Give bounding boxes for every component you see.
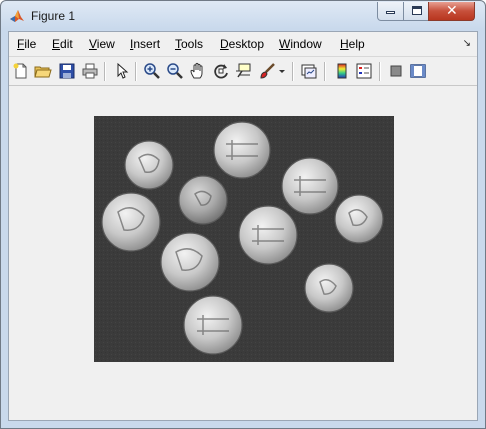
coin <box>101 192 161 252</box>
rotate-3d-icon[interactable] <box>212 62 230 80</box>
coin <box>160 232 220 292</box>
menu-edit[interactable]: Edit <box>52 37 73 51</box>
print-icon[interactable] <box>81 62 99 80</box>
minimize-button[interactable] <box>377 2 404 21</box>
coin <box>238 205 298 265</box>
brush-icon[interactable] <box>258 62 276 80</box>
menu-view[interactable]: View <box>89 37 115 51</box>
coin-image[interactable] <box>94 116 394 362</box>
show-plot-tools-icon[interactable] <box>409 62 427 80</box>
toolbar-separator <box>324 62 326 81</box>
toolbar-separator <box>104 62 106 81</box>
zoom-out-icon[interactable] <box>166 62 184 80</box>
coins-photo <box>94 116 394 362</box>
figure-client-area: File Edit View Insert Tools Desktop Wind… <box>8 31 478 421</box>
minimize-icon <box>386 11 395 14</box>
coin <box>281 157 339 215</box>
menu-help[interactable]: Help <box>340 37 365 51</box>
menu-bar: File Edit View Insert Tools Desktop Wind… <box>9 32 477 56</box>
title-bar[interactable]: Figure 1 ✕ <box>1 1 485 31</box>
coin <box>334 194 384 244</box>
toolbar-separator <box>292 62 294 81</box>
coin <box>183 295 243 355</box>
menu-desktop[interactable]: Desktop <box>220 37 264 51</box>
coin <box>178 175 228 225</box>
brush-dropdown-icon[interactable] <box>278 62 286 80</box>
dock-figure-icon[interactable]: ↘ <box>463 38 471 49</box>
figure-toolbar <box>9 56 477 86</box>
zoom-in-icon[interactable] <box>143 62 161 80</box>
edit-plot-arrow-icon[interactable] <box>113 62 131 80</box>
close-button[interactable]: ✕ <box>428 2 475 21</box>
pan-hand-icon[interactable] <box>189 62 207 80</box>
save-icon[interactable] <box>58 62 76 80</box>
hide-plot-tools-icon[interactable] <box>387 62 405 80</box>
colorbar-icon[interactable] <box>333 62 351 80</box>
figure-window: Figure 1 ✕ File Edit View Insert Tools D… <box>0 0 486 429</box>
menu-insert[interactable]: Insert <box>130 37 160 51</box>
menu-tools[interactable]: Tools <box>175 37 203 51</box>
coin <box>124 140 174 190</box>
coin <box>304 263 354 313</box>
data-cursor-icon[interactable] <box>234 62 252 80</box>
coin <box>213 121 271 179</box>
window-title: Figure 1 <box>31 9 76 23</box>
legend-icon[interactable] <box>355 62 373 80</box>
toolbar-separator <box>135 62 137 81</box>
link-plot-icon[interactable] <box>300 62 318 80</box>
open-file-icon[interactable] <box>34 62 52 80</box>
new-figure-icon[interactable] <box>12 62 30 80</box>
menu-window[interactable]: Window <box>279 37 322 51</box>
maximize-button[interactable] <box>403 2 429 21</box>
maximize-icon <box>412 6 422 15</box>
matlab-icon <box>10 10 24 22</box>
toolbar-separator <box>379 62 381 81</box>
close-icon: ✕ <box>446 3 458 19</box>
menu-file[interactable]: File <box>17 37 36 51</box>
